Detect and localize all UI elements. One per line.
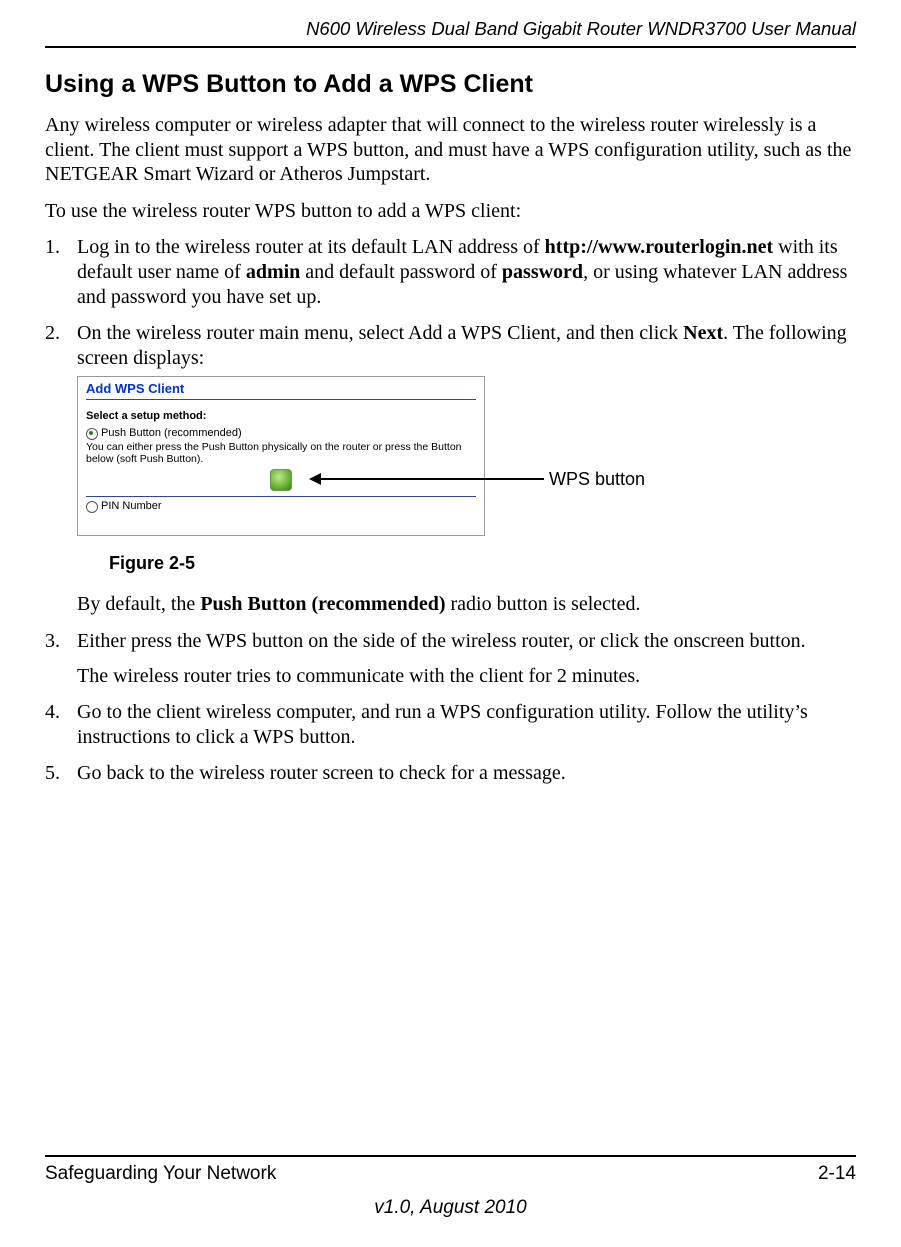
step2-note-bold: Push Button (recommended) (200, 593, 445, 615)
step2-note: By default, the Push Button (recommended… (77, 592, 856, 617)
radio-pushbutton-label: Push Button (recommended) (101, 427, 242, 441)
step-4: Go to the client wireless computer, and … (45, 700, 856, 749)
page-footer: Safeguarding Your Network 2-14 v1.0, Aug… (45, 1155, 856, 1219)
step1-text-c: and default password of (300, 261, 502, 283)
callout-label: WPS button (549, 468, 645, 490)
step3-line1: Either press the WPS button on the side … (77, 630, 806, 652)
intro-paragraph-1: Any wireless computer or wireless adapte… (45, 113, 856, 187)
step3-line2: The wireless router tries to communicate… (77, 664, 856, 689)
radio-pushbutton[interactable] (86, 428, 98, 440)
wps-soft-button[interactable] (270, 469, 292, 491)
step1-text-a: Log in to the wireless router at its def… (77, 236, 545, 258)
section-heading: Using a WPS Button to Add a WPS Client (45, 70, 856, 99)
step2-text-a: On the wireless router main menu, select… (77, 322, 683, 344)
radio-pin-label: PIN Number (101, 500, 162, 514)
footer-page-number: 2-14 (818, 1163, 856, 1185)
step2-next: Next (683, 322, 723, 344)
step2-note-b: radio button is selected. (446, 593, 641, 615)
footer-rule (45, 1155, 856, 1157)
figure-caption: Figure 2-5 (109, 552, 856, 574)
router-screenshot: Add WPS Client Select a setup method: Pu… (77, 376, 485, 536)
step-3: Either press the WPS button on the side … (45, 629, 856, 688)
screenshot-title: Add WPS Client (86, 381, 476, 397)
footer-version: v1.0, August 2010 (45, 1197, 856, 1219)
screenshot-radio-pin-row: PIN Number (86, 500, 476, 514)
callout-arrow (319, 478, 544, 480)
footer-section: Safeguarding Your Network (45, 1163, 276, 1185)
step1-password: password (502, 261, 583, 283)
screenshot-radio-pushbutton-row: Push Button (recommended) (86, 427, 476, 441)
intro-paragraph-2: To use the wireless router WPS button to… (45, 199, 856, 224)
screenshot-select-label: Select a setup method: (86, 410, 476, 424)
step1-url: http://www.routerlogin.net (545, 236, 774, 258)
step-2: On the wireless router main menu, select… (45, 321, 856, 617)
step-5: Go back to the wireless router screen to… (45, 761, 856, 786)
figure-wrap: Add WPS Client Select a setup method: Pu… (77, 376, 856, 546)
screenshot-divider-1 (86, 399, 476, 400)
header-rule (45, 46, 856, 48)
step2-note-a: By default, the (77, 593, 200, 615)
screenshot-divider-2 (86, 496, 476, 497)
doc-header-title: N600 Wireless Dual Band Gigabit Router W… (45, 18, 856, 40)
step1-admin: admin (246, 261, 300, 283)
step-1: Log in to the wireless router at its def… (45, 235, 856, 309)
screenshot-pushbutton-desc: You can either press the Push Button phy… (86, 441, 476, 465)
radio-pin[interactable] (86, 501, 98, 513)
